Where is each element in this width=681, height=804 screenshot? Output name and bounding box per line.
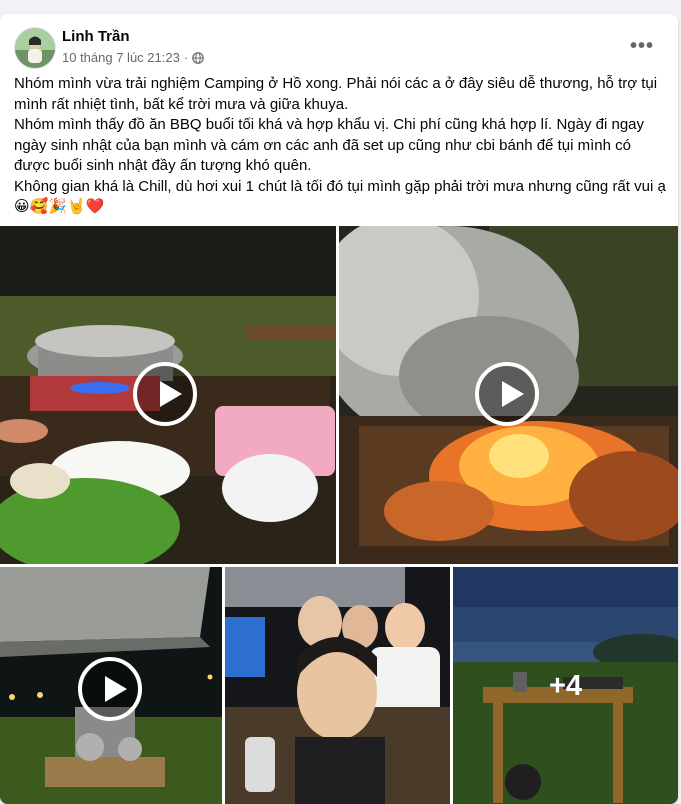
post-paragraph: Nhóm mình vừa trải nghiệm Camping ở Hồ x… (14, 75, 658, 113)
post-card: Linh Trần 10 tháng 7 lúc 21:23 · ••• Nhó… (0, 14, 678, 804)
media-tile-group-photo[interactable] (225, 567, 450, 804)
more-photos-overlay[interactable]: +4 (453, 567, 678, 804)
media-grid: +4 (0, 226, 678, 804)
avatar[interactable] (14, 27, 56, 69)
play-icon[interactable] (78, 657, 142, 721)
globe-icon[interactable] (192, 51, 204, 64)
media-tile-tent-video[interactable] (0, 567, 222, 804)
media-tile-grill-video[interactable] (339, 226, 678, 564)
post-header: Linh Trần 10 tháng 7 lúc 21:23 · ••• (0, 14, 678, 70)
post-paragraph: Nhóm mình thấy đồ ăn BBQ buổi tối khá và… (14, 116, 645, 174)
post-text: Nhóm mình vừa trải nghiệm Camping ở Hồ x… (14, 74, 666, 218)
post-meta: 10 tháng 7 lúc 21:23 · (62, 50, 204, 65)
group-selfie-image (225, 567, 450, 804)
play-icon[interactable] (475, 362, 539, 426)
post-timestamp[interactable]: 10 tháng 7 lúc 21:23 (62, 50, 180, 65)
more-options-button[interactable]: ••• (624, 28, 660, 64)
post-paragraph: Không gian khá là Chill, dù hơi xui 1 ch… (14, 177, 666, 216)
avatar-photo (15, 28, 55, 68)
media-tile-lake-photo[interactable]: +4 (453, 567, 678, 804)
author-name[interactable]: Linh Trần (62, 28, 130, 45)
media-tile-bbq-video[interactable] (0, 226, 336, 564)
play-icon[interactable] (133, 362, 197, 426)
